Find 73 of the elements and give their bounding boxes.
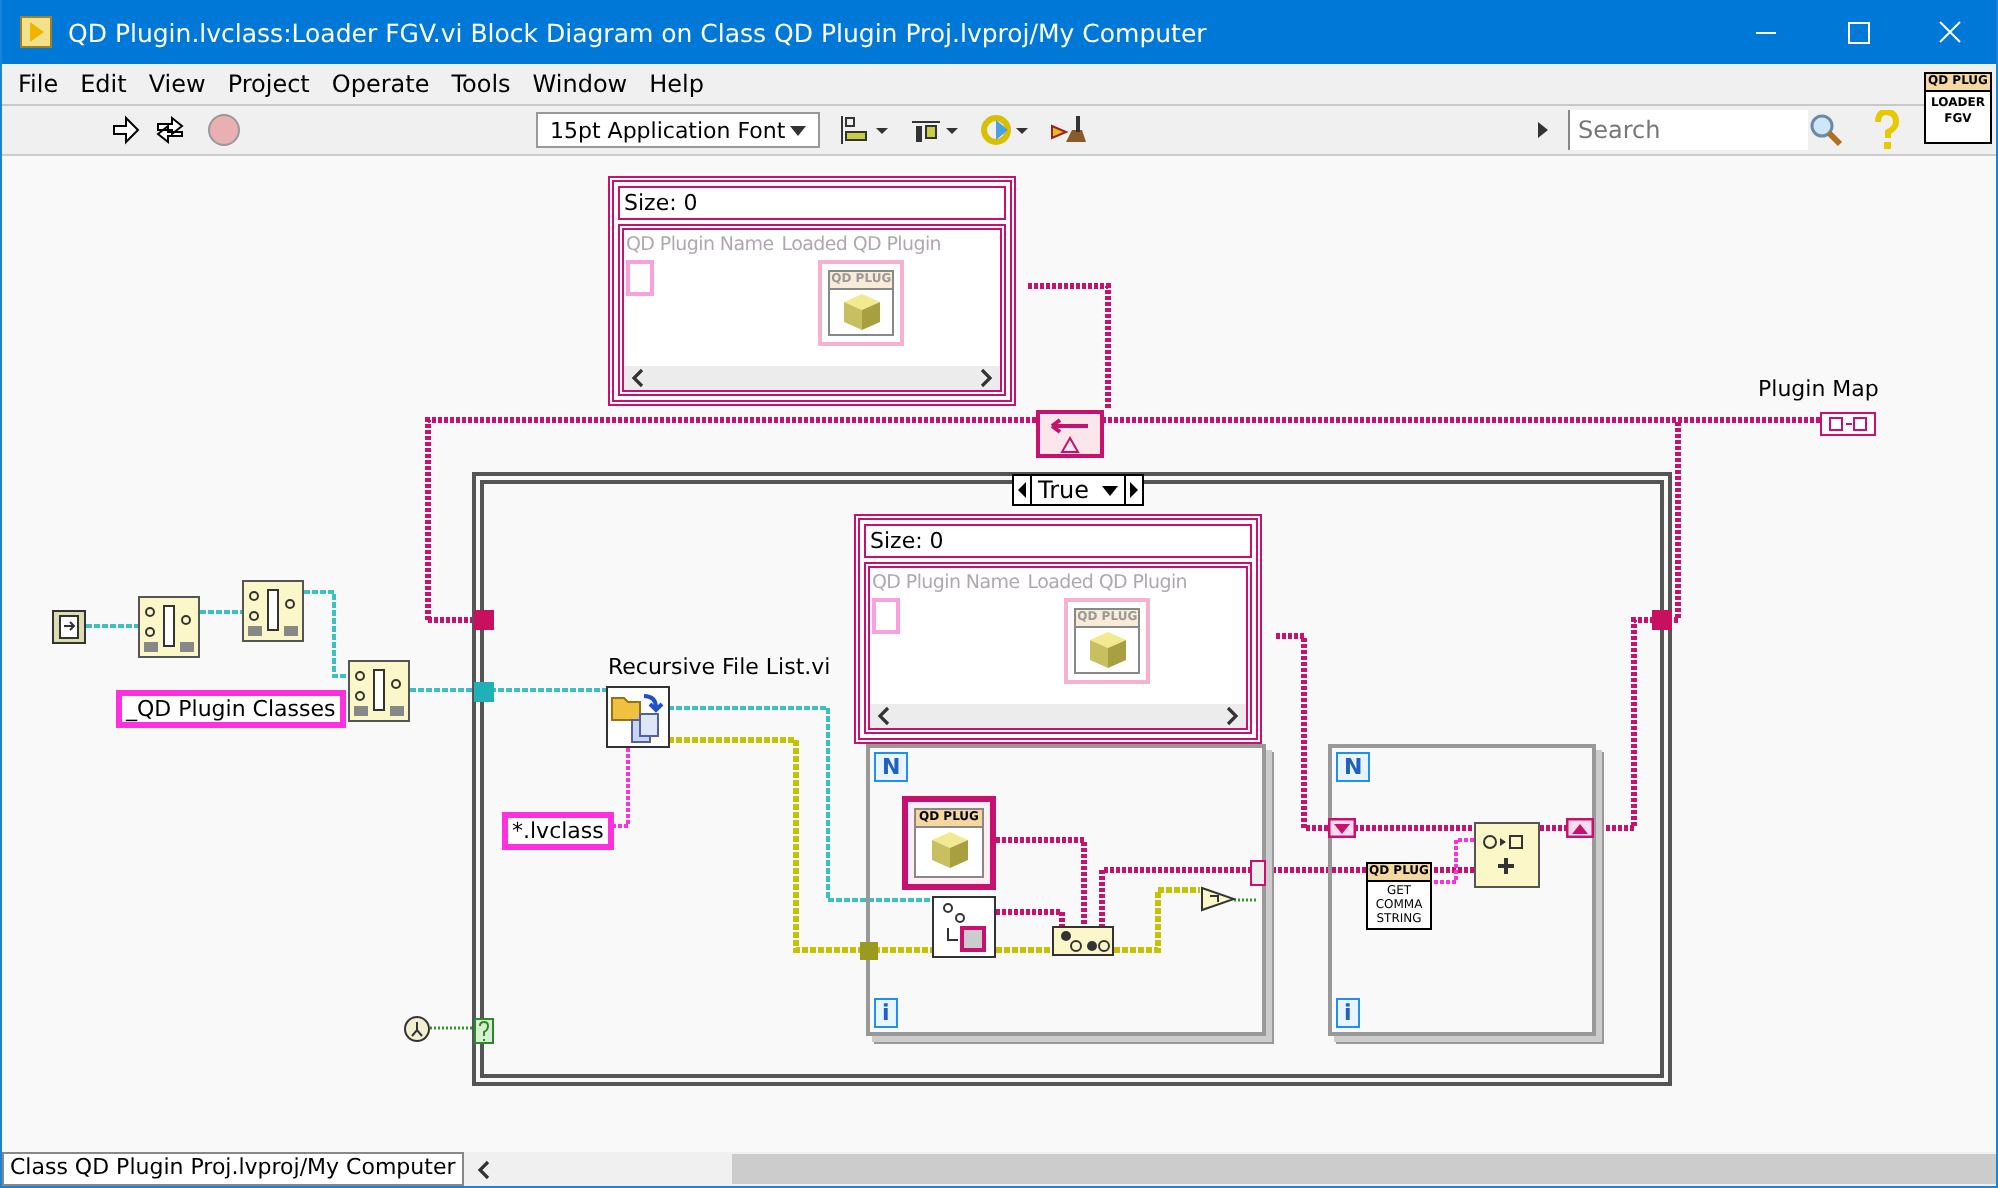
align-objects-icon[interactable]	[840, 114, 892, 146]
path-function-icon	[242, 580, 304, 642]
case-selector[interactable]: True	[1012, 474, 1143, 506]
menu-item[interactable]: Window	[522, 70, 638, 98]
scroll-right-icon[interactable]	[978, 368, 994, 388]
insert-into-map-icon	[1036, 410, 1104, 458]
tunnel-icon	[474, 682, 494, 702]
string-element	[872, 598, 900, 634]
array-size-label: Size: 0	[864, 524, 1252, 558]
path-constant-icon	[52, 610, 86, 644]
cube-icon	[1085, 628, 1130, 672]
string-constant: _QD Plugin Classes	[116, 690, 346, 728]
menu-item[interactable]: View	[138, 70, 216, 98]
project-path: Class QD Plugin Proj.lvproj/My Computer	[2, 1152, 464, 1186]
scroll-left-icon[interactable]	[475, 1159, 492, 1179]
iteration-terminal: i	[874, 998, 898, 1028]
insert-into-map-icon	[1474, 822, 1540, 888]
wire	[86, 624, 138, 628]
iteration-terminal: i	[1336, 998, 1360, 1028]
tunnel-icon	[1250, 860, 1266, 886]
tunnel-icon	[860, 942, 878, 960]
scroll-left-icon[interactable]	[876, 706, 892, 726]
path-function-icon	[138, 596, 200, 658]
cube-icon	[927, 828, 971, 872]
scroll-left-icon[interactable]	[630, 368, 646, 388]
wire	[200, 610, 242, 614]
search-icon	[1808, 112, 1844, 148]
expand-arrow-icon[interactable]	[1538, 122, 1550, 138]
scroll-thumb[interactable]	[731, 1154, 1996, 1184]
class-loader-icon	[932, 896, 996, 958]
run-arrow-icon[interactable]	[110, 114, 142, 146]
map-indicator-icon	[1820, 412, 1876, 436]
array-size-label: Size: 0	[618, 186, 1006, 220]
menu-item[interactable]: Edit	[70, 70, 137, 98]
shift-register-icon	[1328, 818, 1356, 838]
tunnel-icon	[1652, 610, 1672, 630]
font-dropdown[interactable]: 15pt Application Font	[536, 112, 820, 148]
window-title: QD Plugin.lvclass:Loader FGV.vi Block Diagram on Class QD Plugin Proj.lvproj/My Computer	[68, 17, 1209, 47]
count-terminal: N	[874, 752, 909, 782]
subvi-label: Recursive File List.vi	[608, 654, 831, 680]
menu-item[interactable]: Operate	[321, 70, 440, 98]
indicator-label: Plugin Map	[1758, 376, 1879, 402]
string-element	[626, 260, 654, 296]
shift-register-icon	[1566, 818, 1594, 838]
scroll-bar[interactable]	[870, 704, 1246, 728]
count-terminal: N	[1336, 752, 1371, 782]
string-constant: *.lvclass	[502, 812, 614, 850]
app-icon	[20, 16, 52, 48]
caret-icon	[790, 125, 806, 135]
element-label: Loaded QD Plugin	[781, 234, 942, 256]
scroll-bar[interactable]	[624, 366, 1000, 390]
path-function-icon	[348, 660, 410, 722]
element-label: Loaded QD Plugin	[1027, 572, 1188, 594]
wire	[1028, 283, 1111, 410]
wire	[304, 590, 348, 678]
menu-item[interactable]: Help	[639, 70, 714, 98]
search-field[interactable]: Search	[1568, 110, 1808, 150]
not-gate-icon	[1200, 886, 1236, 912]
menu-item[interactable]: File	[8, 70, 69, 98]
increment-arrow-icon[interactable]	[1125, 476, 1141, 504]
menu-item[interactable]: Project	[217, 70, 320, 98]
run-continuously-icon[interactable]	[152, 114, 188, 146]
element-label: QD Plugin Name	[872, 572, 1020, 594]
folder-files-icon	[606, 686, 670, 748]
case-selector-terminal-icon	[474, 1018, 494, 1044]
element-label: QD Plugin Name	[626, 234, 774, 256]
wire	[996, 947, 1052, 953]
menu-item[interactable]: Tools	[441, 70, 521, 98]
caret-icon	[1101, 485, 1117, 495]
scroll-right-icon[interactable]	[1224, 706, 1240, 726]
cube-icon	[839, 290, 884, 334]
error-cluster-icon	[404, 1016, 430, 1042]
tunnel-icon	[474, 610, 494, 630]
